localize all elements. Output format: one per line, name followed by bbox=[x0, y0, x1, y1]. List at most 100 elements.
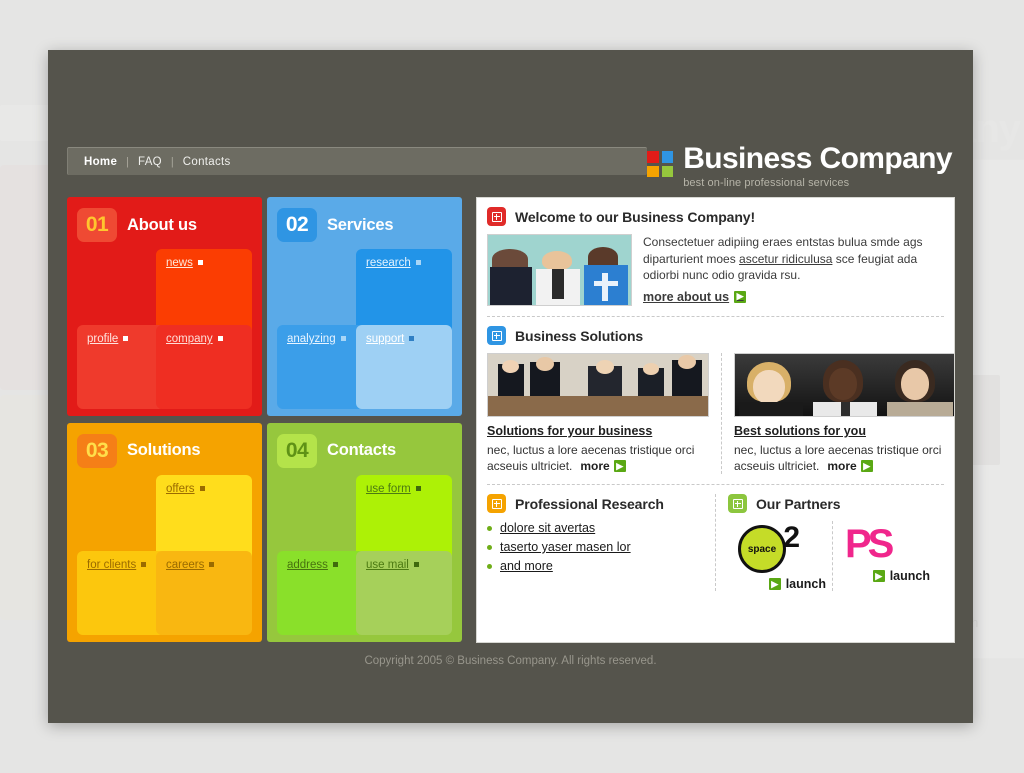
tile-use-form[interactable]: use form bbox=[356, 474, 452, 563]
panel-solutions[interactable]: 03 Solutions offers for clients careers bbox=[67, 422, 262, 642]
tile-label: careers bbox=[166, 558, 205, 571]
expand-box-icon[interactable] bbox=[487, 326, 506, 345]
solutions-photo-right bbox=[734, 353, 954, 417]
tile-bullet-icon bbox=[415, 260, 421, 266]
list-item: and more bbox=[487, 559, 703, 573]
tile-label: address bbox=[287, 558, 328, 571]
vertical-divider bbox=[721, 353, 722, 474]
tile-bullet-icon bbox=[199, 485, 205, 491]
nav-item-faq[interactable]: FAQ bbox=[138, 156, 162, 168]
partner-space2: space 2 ▶ launch bbox=[728, 521, 832, 591]
section-header-welcome: Welcome to our Business Company! bbox=[487, 207, 944, 226]
space2-mark-sup: 2 bbox=[783, 521, 800, 554]
screenshot-root: Business Company Consectetuer adipiing e… bbox=[0, 0, 1024, 773]
main-navigation[interactable]: Home | FAQ | Contacts bbox=[67, 147, 647, 175]
panel-title: Solutions bbox=[127, 441, 201, 459]
space2-logo: space 2 bbox=[738, 523, 800, 575]
tile-for-clients[interactable]: for clients bbox=[77, 550, 165, 635]
section-divider bbox=[487, 316, 944, 317]
welcome-inline-link[interactable]: ascetur ridiculusa bbox=[739, 252, 832, 266]
tile-analyzing[interactable]: analyzing bbox=[277, 325, 365, 409]
tile-support[interactable]: support bbox=[356, 325, 452, 409]
ps-logo: PS bbox=[845, 522, 894, 566]
more-about-us-link[interactable]: more about us ▶ bbox=[643, 289, 747, 306]
bullet-icon bbox=[487, 525, 492, 531]
section-title: Welcome to our Business Company! bbox=[515, 208, 756, 225]
section-divider bbox=[487, 484, 944, 485]
partner-list: space 2 ▶ launch PS ▶ launch bbox=[728, 521, 944, 591]
arrow-right-icon: ▶ bbox=[768, 578, 781, 590]
research-link[interactable]: and more bbox=[500, 559, 553, 573]
tile-company[interactable]: company bbox=[156, 325, 252, 409]
panel-about-us[interactable]: 01 About us news profile company bbox=[67, 197, 262, 416]
solutions-heading-left[interactable]: Solutions for your business bbox=[487, 424, 709, 438]
tile-profile[interactable]: profile bbox=[77, 325, 165, 409]
panel-contacts[interactable]: 04 Contacts use form address use mail bbox=[267, 422, 462, 642]
tile-careers[interactable]: careers bbox=[156, 550, 252, 635]
tile-bullet-icon bbox=[123, 336, 129, 342]
launch-label: launch bbox=[785, 577, 826, 591]
research-link[interactable]: taserto yaser masen lor bbox=[500, 540, 631, 554]
bullet-icon bbox=[487, 563, 492, 569]
tile-use-mail[interactable]: use mail bbox=[356, 550, 452, 635]
tile-label: offers bbox=[166, 482, 195, 495]
site-logo[interactable]: Business Company best on-line profession… bbox=[647, 142, 953, 189]
panel-number: 02 bbox=[277, 208, 317, 242]
tile-label: research bbox=[366, 257, 411, 269]
section-title: Our Partners bbox=[756, 495, 841, 512]
arrow-right-icon: ▶ bbox=[613, 460, 626, 472]
partner-launch-link[interactable]: ▶ launch bbox=[734, 577, 826, 591]
expand-box-icon[interactable] bbox=[487, 207, 506, 226]
site-window: Home | FAQ | Contacts Business Company b… bbox=[48, 50, 973, 723]
section-header-business-solutions: Business Solutions bbox=[487, 326, 944, 345]
bottom-sections: Professional Research dolore sit avertas… bbox=[487, 494, 944, 591]
research-link[interactable]: dolore sit avertas bbox=[500, 521, 595, 535]
logo-squares-icon bbox=[647, 151, 674, 177]
panel-services[interactable]: 02 Services research analyzing support bbox=[267, 197, 462, 416]
tile-research[interactable]: research bbox=[356, 249, 452, 337]
partner-ps: PS ▶ launch bbox=[832, 521, 936, 591]
tile-label: use form bbox=[366, 482, 411, 495]
solutions-more-left[interactable]: more ▶ bbox=[580, 458, 626, 474]
arrow-right-icon: ▶ bbox=[860, 460, 873, 472]
section-title: Professional Research bbox=[515, 495, 664, 512]
tile-bullet-icon bbox=[332, 561, 338, 567]
tile-bullet-icon bbox=[409, 336, 415, 342]
footer-copyright: Copyright 2005 © Business Company. All r… bbox=[364, 655, 657, 667]
expand-box-icon[interactable] bbox=[728, 494, 747, 513]
solutions-more-right[interactable]: more ▶ bbox=[827, 458, 873, 474]
nav-item-contacts[interactable]: Contacts bbox=[183, 156, 231, 168]
panel-number: 01 bbox=[77, 208, 117, 242]
arrow-right-icon: ▶ bbox=[734, 290, 747, 303]
tile-label: company bbox=[166, 333, 213, 345]
solutions-cards: Solutions for your business nec, luctus … bbox=[487, 353, 954, 474]
nav-item-home[interactable]: Home bbox=[84, 156, 117, 168]
panel-number: 04 bbox=[277, 433, 317, 468]
welcome-photo bbox=[487, 234, 632, 306]
tile-bullet-icon bbox=[197, 260, 203, 266]
tile-bullet-icon bbox=[413, 561, 419, 567]
more-about-us-label: more about us bbox=[643, 289, 730, 304]
tile-offers[interactable]: offers bbox=[156, 474, 252, 563]
tile-address[interactable]: address bbox=[277, 550, 365, 635]
expand-box-icon[interactable] bbox=[487, 494, 506, 513]
research-link-list: dolore sit avertas taserto yaser masen l… bbox=[487, 521, 703, 573]
logo-tagline: best on-line professional services bbox=[683, 177, 850, 189]
tile-bullet-icon bbox=[141, 561, 147, 567]
partner-launch-link[interactable]: ▶ launch bbox=[839, 569, 930, 583]
vertical-divider bbox=[715, 494, 716, 591]
list-item: dolore sit avertas bbox=[487, 521, 703, 535]
solutions-card: Best solutions for you nec, luctus a lor… bbox=[734, 353, 954, 474]
content-card: Welcome to our Business Company! Consect… bbox=[476, 197, 955, 643]
tile-bullet-icon bbox=[217, 336, 223, 342]
tile-label: profile bbox=[87, 333, 119, 345]
solutions-text-right: nec, luctus a lore aecenas tristique orc… bbox=[734, 443, 942, 474]
solutions-heading-right[interactable]: Best solutions for you bbox=[734, 424, 954, 438]
section-header-research: Professional Research bbox=[487, 494, 703, 513]
welcome-paragraph: Consectetuer adipiing eraes entstas bulu… bbox=[643, 234, 944, 306]
tile-news[interactable]: news bbox=[156, 249, 252, 337]
section-title: Business Solutions bbox=[515, 327, 644, 344]
category-panels: 01 About us news profile company 02 Serv… bbox=[67, 197, 471, 643]
tile-label: analyzing bbox=[287, 333, 336, 345]
tile-label: support bbox=[366, 333, 405, 345]
